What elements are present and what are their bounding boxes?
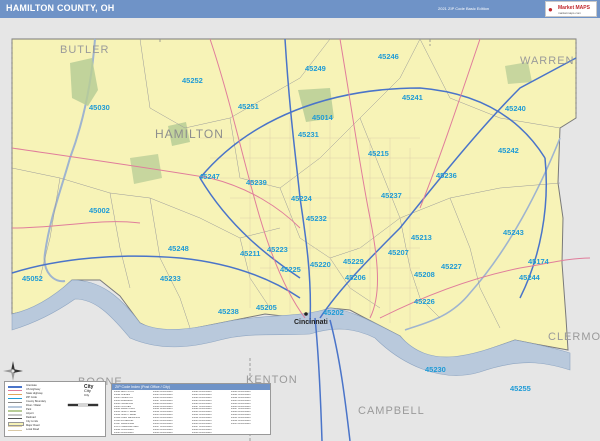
zip-index-column: 45220 CINCINNATI 45223 CINCINNATI 45224 CI…: [192, 391, 230, 434]
legend-swatch: [8, 394, 22, 395]
legend-label: County Boundary: [26, 400, 47, 403]
brand-tag: marketmaps.com: [558, 11, 582, 15]
zip-label[interactable]: 45244: [519, 273, 541, 282]
zip-label[interactable]: 45205: [256, 303, 277, 312]
map-canvas[interactable]: BUTLER WARREN HAMILTON CLERMONT BOONE KE…: [0, 18, 600, 441]
city-marker-icon: [304, 312, 308, 316]
title-bar: HAMILTON COUNTY, OH 2021 ZIP Code Basic …: [0, 0, 600, 18]
zip-label[interactable]: 45207: [388, 248, 409, 257]
zip-label[interactable]: 45211: [240, 249, 260, 258]
zip-label[interactable]: 45230: [425, 365, 446, 374]
zip-label[interactable]: 45002: [89, 206, 110, 215]
zip-label[interactable]: 45174: [528, 257, 550, 266]
zip-label[interactable]: 45215: [368, 149, 389, 158]
county-label-hamilton: HAMILTON: [155, 127, 224, 141]
legend-swatch: [8, 426, 22, 427]
zip-label[interactable]: 45220: [310, 260, 331, 269]
county-label-warren: WARREN: [520, 55, 574, 67]
zip-index-column: 45204 CINCINNATI 45205 CINCINNATI 45206 CI…: [153, 391, 191, 434]
legend-swatch: [8, 406, 22, 408]
zip-label[interactable]: 45237: [381, 191, 402, 200]
legend-swatch: [8, 414, 22, 416]
zip-label[interactable]: 45252: [182, 76, 203, 85]
zip-index-entry: 45203 CINCINNATI: [114, 431, 134, 434]
legend-swatch: [8, 430, 22, 431]
zip-label[interactable]: 45233: [160, 274, 181, 283]
county-label-campbell: CAMPBELL: [358, 405, 425, 417]
legend-label: US Highway: [26, 388, 41, 391]
legend-label: Major Road: [26, 424, 40, 427]
legend-label: Railroad: [26, 416, 36, 419]
legend-swatch: [8, 402, 22, 403]
zip-index-entry: 45219 CINCINNATI: [153, 431, 173, 434]
zip-label[interactable]: 45238: [218, 307, 239, 316]
zip-index-column: 45240 CINCINNATI 45241 CINCINNATI 45242 CI…: [231, 391, 269, 434]
zip-label[interactable]: 45249: [305, 64, 326, 73]
county-label-clermont: CLERMONT: [548, 331, 600, 343]
zip-label[interactable]: 45224: [291, 194, 313, 203]
zip-label[interactable]: 45014: [312, 113, 334, 122]
legend-swatch: [8, 418, 22, 419]
zip-label[interactable]: 45236: [436, 171, 457, 180]
zip-label[interactable]: 45226: [414, 297, 435, 306]
zip-label[interactable]: 45242: [498, 146, 519, 155]
legend-label: River / Water: [26, 404, 42, 407]
zip-label[interactable]: 45208: [414, 270, 435, 279]
zip-label[interactable]: 45052: [22, 274, 43, 283]
zip-label[interactable]: 45248: [168, 244, 189, 253]
county-label-butler: BUTLER: [60, 44, 109, 56]
zip-label[interactable]: 45202: [323, 308, 344, 317]
zip-label[interactable]: 45225: [280, 265, 301, 274]
zip-label[interactable]: 45231: [298, 130, 319, 139]
zip-label[interactable]: 45241: [402, 93, 423, 102]
legend-label: City Limits: [26, 420, 38, 423]
legend-swatch: [8, 398, 22, 399]
zip-index-table: ZIP Code Index (Post Office / City) 4500…: [111, 383, 271, 435]
zip-index-entry: 45239 CINCINNATI: [192, 431, 212, 434]
city-size-label: City: [84, 393, 90, 397]
zip-label[interactable]: 45213: [411, 233, 432, 242]
legend-row: Major Road: [8, 424, 104, 428]
zip-label[interactable]: 45240: [505, 104, 526, 113]
zip-label[interactable]: 45255: [510, 384, 531, 393]
legend-row: Local Road: [8, 428, 104, 432]
compass-rose-icon: [3, 361, 23, 381]
zip-label[interactable]: 45251: [238, 102, 259, 111]
brand-logo[interactable]: ● Market MAPS marketmaps.com: [545, 1, 597, 17]
zip-label[interactable]: 45247: [199, 172, 220, 181]
zip-label[interactable]: 45246: [378, 52, 399, 61]
scale-bar-icon: [67, 403, 99, 407]
brand-logo-icon: ●: [548, 5, 553, 14]
zip-label[interactable]: 45239: [246, 178, 267, 187]
legend-swatch: [8, 386, 22, 388]
legend-row: Railroad: [8, 416, 104, 420]
map-title: HAMILTON COUNTY, OH: [6, 3, 115, 13]
legend-label: Interstate: [26, 384, 37, 387]
zip-label[interactable]: 45227: [441, 262, 462, 271]
legend-label: Local Road: [26, 428, 40, 431]
zip-label[interactable]: 45232: [306, 214, 327, 223]
legend-swatch: [8, 410, 22, 412]
map-svg: BUTLER WARREN HAMILTON CLERMONT BOONE KE…: [0, 18, 600, 441]
zip-label[interactable]: 45206: [345, 273, 366, 282]
zip-label[interactable]: 45223: [267, 245, 288, 254]
legend-label: ZIP Code: [26, 396, 37, 399]
zip-index-header: ZIP Code Index (Post Office / City): [112, 384, 270, 390]
legend-row: City Limits: [8, 420, 104, 426]
legend-label: State Highway: [26, 392, 43, 395]
edition-label: 2021 ZIP Code Basic Edition: [438, 6, 490, 11]
zip-index-entry: 45255 CINCINNATI: [231, 422, 251, 425]
legend-label: Airport: [26, 412, 34, 415]
zip-label[interactable]: 45243: [503, 228, 524, 237]
legend-label: Park: [26, 408, 32, 411]
city-label-cincinnati[interactable]: Cincinnati: [294, 319, 328, 326]
zip-index-column: 45001 ADDYSTON 45002 CLEVES 45013 HAMILTON…: [114, 391, 152, 434]
zip-label[interactable]: 45229: [343, 257, 364, 266]
zip-index-columns: 45001 ADDYSTON 45002 CLEVES 45013 HAMILTON…: [112, 391, 270, 434]
city-size-legend: City City City: [84, 385, 106, 401]
legend-swatch: [8, 390, 22, 391]
zip-label[interactable]: 45030: [89, 103, 110, 112]
